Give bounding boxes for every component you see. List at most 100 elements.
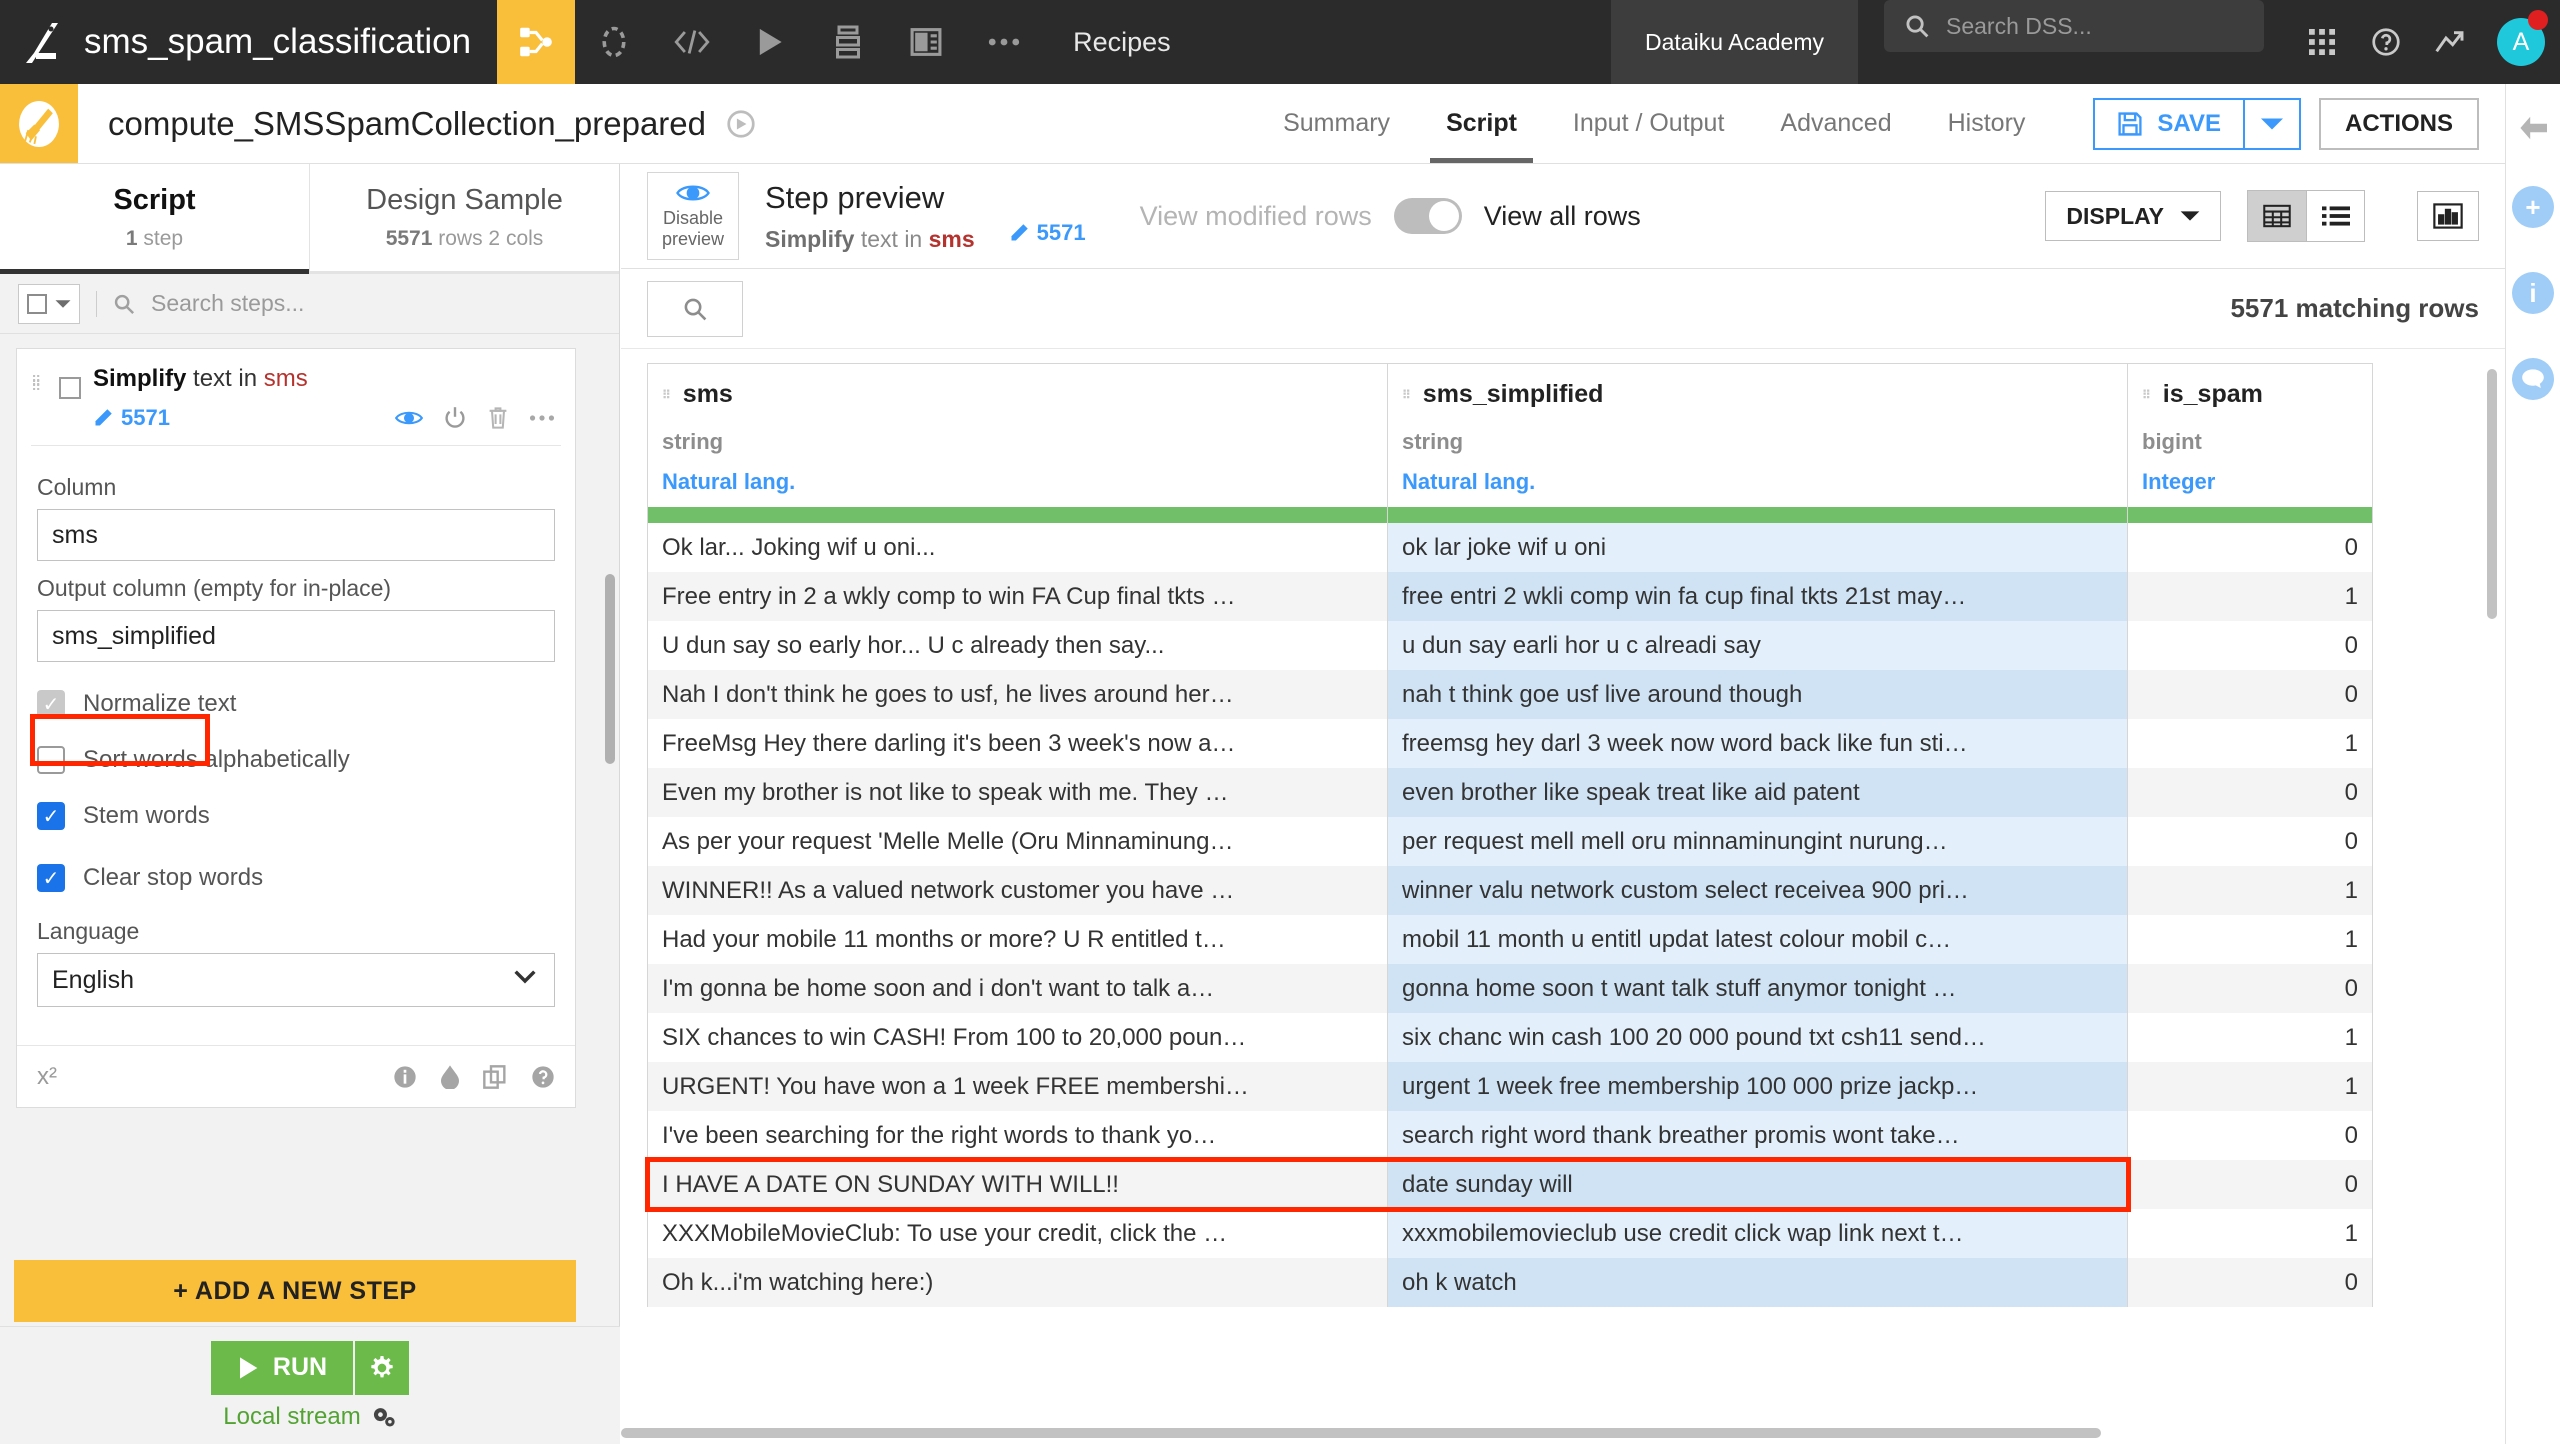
arrow-left-icon[interactable] (2516, 114, 2550, 142)
eye-icon[interactable] (395, 408, 423, 428)
run-settings-button[interactable] (353, 1341, 409, 1395)
select-all-checkbox[interactable] (27, 294, 47, 314)
grid-vertical-scrollbar[interactable] (2487, 369, 2497, 619)
table-view-icon[interactable] (2248, 191, 2306, 241)
power-icon[interactable] (443, 406, 467, 430)
sort-words-row[interactable]: Sort words alphabetically (37, 746, 555, 774)
column-header-sms-simplified[interactable]: ⠿sms_simplified string Natural lang. (1388, 364, 2128, 508)
jobs-stack-icon[interactable] (809, 0, 887, 84)
column-header-is-spam[interactable]: ⠿is_spam bigint Integer (2128, 364, 2373, 508)
stem-words-row[interactable]: ✓ Stem words (37, 802, 555, 830)
column-grip-icon[interactable]: ⠿ (662, 392, 673, 398)
column-field[interactable] (37, 509, 555, 561)
tab-input-output[interactable]: Input / Output (1545, 84, 1753, 163)
table-row[interactable]: URGENT! You have won a 1 week FREE membe… (648, 1062, 2373, 1111)
checkbox-dropdown-icon[interactable] (18, 284, 80, 324)
help-icon[interactable] (531, 1065, 555, 1089)
table-row[interactable]: XXXMobileMovieClub: To use your credit, … (648, 1209, 2373, 1258)
recipe-engine-icon[interactable] (726, 109, 756, 139)
view-modified-rows-label[interactable]: View modified rows (1140, 201, 1372, 232)
flow-icon[interactable] (497, 0, 575, 84)
copy-icon[interactable] (483, 1065, 507, 1089)
preview-row-count[interactable]: 5571 (1009, 220, 1086, 246)
tab-advanced[interactable]: Advanced (1752, 84, 1919, 163)
apps-grid-icon[interactable] (2290, 0, 2354, 84)
column-meaning[interactable]: Integer (2142, 469, 2372, 507)
current-section-label[interactable]: Recipes (1043, 0, 1201, 84)
list-view-icon[interactable] (2306, 191, 2364, 241)
more-ellipsis-icon[interactable] (965, 0, 1043, 84)
table-row[interactable]: WINNER!! As a valued network customer yo… (648, 866, 2373, 915)
tab-summary[interactable]: Summary (1255, 84, 1418, 163)
table-row[interactable]: Oh k...i'm watching here:)oh k watch0 (648, 1258, 2373, 1307)
view-all-rows-label[interactable]: View all rows (1484, 201, 1641, 232)
table-row[interactable]: U dun say so early hor... U c already th… (648, 621, 2373, 670)
step-card[interactable]: ⠿⠿ Simplify text in sms 5571 (16, 348, 576, 1108)
project-name[interactable]: sms_spam_classification (84, 0, 497, 84)
clear-stop-words-checkbox[interactable]: ✓ (37, 864, 65, 892)
display-dropdown-button[interactable]: DISPLAY (2045, 191, 2221, 241)
sort-words-checkbox[interactable] (37, 746, 65, 774)
grid-search-button[interactable] (647, 281, 743, 337)
trend-icon[interactable] (2418, 0, 2482, 84)
table-row[interactable]: Nah I don't think he goes to usf, he liv… (648, 670, 2373, 719)
step-row-count[interactable]: 5571 (93, 405, 170, 431)
code-icon[interactable] (653, 0, 731, 84)
language-select[interactable]: English (37, 953, 555, 1007)
lab-icon[interactable] (575, 0, 653, 84)
trash-icon[interactable] (487, 406, 509, 430)
engine-indicator[interactable]: Local stream (223, 1403, 396, 1431)
global-search[interactable] (1884, 0, 2264, 52)
dataiku-bird-logo[interactable] (0, 0, 84, 84)
jobs-play-icon[interactable] (731, 0, 809, 84)
normalize-text-row[interactable]: ✓ Normalize text (37, 690, 555, 718)
disable-preview-button[interactable]: Disable preview (647, 172, 739, 260)
run-button[interactable]: RUN (211, 1341, 353, 1395)
bar-chart-icon[interactable] (2417, 191, 2479, 241)
left-tab-script[interactable]: Script 1 step (0, 164, 309, 271)
table-row[interactable]: Free entry in 2 a wkly comp to win FA Cu… (648, 572, 2373, 621)
table-row[interactable]: I'm gonna be home soon and i don't want … (648, 964, 2373, 1013)
step-checkbox[interactable] (59, 377, 81, 399)
table-row[interactable]: SIX chances to win CASH! From 100 to 20,… (648, 1013, 2373, 1062)
rows-view-toggle[interactable] (1394, 198, 1462, 234)
tab-script[interactable]: Script (1418, 84, 1545, 163)
save-dropdown-button[interactable] (2245, 98, 2301, 150)
column-grip-icon[interactable]: ⠿ (1402, 392, 1413, 398)
help-icon[interactable] (2354, 0, 2418, 84)
drag-handle-icon[interactable]: ⠿⠿ (31, 379, 49, 431)
search-steps-input[interactable] (151, 290, 601, 317)
droplet-icon[interactable] (441, 1065, 459, 1089)
left-tab-design-sample[interactable]: Design Sample 5571 rows 2 cols (309, 164, 619, 271)
discussions-icon[interactable] (2512, 358, 2554, 400)
actions-button[interactable]: ACTIONS (2319, 98, 2479, 150)
table-row[interactable]: FreeMsg Hey there darling it's been 3 we… (648, 719, 2373, 768)
info-icon[interactable]: i (2512, 272, 2554, 314)
clear-stop-words-row[interactable]: ✓ Clear stop words (37, 864, 555, 892)
search-input[interactable] (1946, 13, 2244, 40)
column-meaning[interactable]: Natural lang. (662, 469, 1387, 507)
table-row[interactable]: Ok lar... Joking wif u oni...ok lar joke… (648, 523, 2373, 572)
tab-history[interactable]: History (1920, 84, 2054, 163)
output-column-field[interactable] (37, 610, 555, 662)
left-panel-scrollbar[interactable] (605, 574, 615, 764)
stem-words-checkbox[interactable]: ✓ (37, 802, 65, 830)
avatar[interactable]: A (2482, 0, 2560, 84)
table-row[interactable]: Had your mobile 11 months or more? U R e… (648, 915, 2373, 964)
column-header-sms[interactable]: ⠿sms string Natural lang. (648, 364, 1388, 508)
info-icon[interactable] (393, 1065, 417, 1089)
add-new-step-button[interactable]: + ADD A NEW STEP (14, 1260, 576, 1322)
table-row[interactable]: I've been searching for the right words … (648, 1111, 2373, 1160)
column-grip-icon[interactable]: ⠿ (2142, 392, 2153, 398)
table-row[interactable]: Even my brother is not like to speak wit… (648, 768, 2373, 817)
grid-horizontal-scrollbar[interactable] (621, 1428, 2121, 1438)
add-icon[interactable]: + (2512, 186, 2554, 228)
dashboard-icon[interactable] (887, 0, 965, 84)
column-meaning[interactable]: Natural lang. (1402, 469, 2127, 507)
more-ellipsis-icon[interactable] (529, 414, 555, 422)
save-button[interactable]: SAVE (2093, 98, 2245, 150)
table-row[interactable]: As per your request 'Melle Melle (Oru Mi… (648, 817, 2373, 866)
table-row[interactable]: I HAVE A DATE ON SUNDAY WITH WILL!!date … (648, 1160, 2373, 1209)
academy-chip[interactable]: Dataiku Academy (1611, 0, 1858, 84)
formula-toggle[interactable]: x² (37, 1063, 57, 1091)
